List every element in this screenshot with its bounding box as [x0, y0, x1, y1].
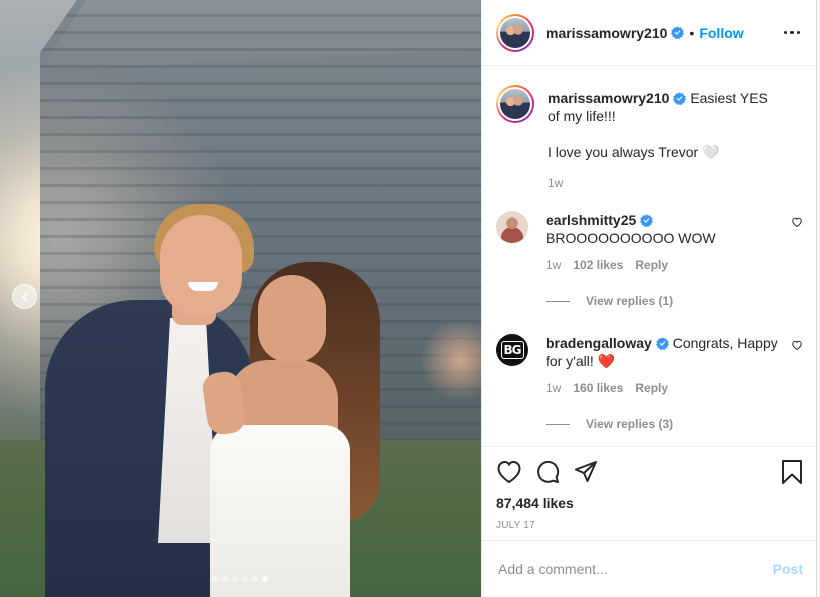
commenter-username[interactable]: earlshmitty25 — [546, 212, 636, 228]
carousel-dot — [232, 576, 238, 582]
carousel-dot — [252, 576, 258, 582]
reply-button[interactable]: Reply — [635, 256, 668, 274]
commenter-username[interactable]: bradengalloway — [546, 335, 652, 351]
woman-dress — [210, 425, 350, 597]
carousel-dot — [212, 576, 218, 582]
man-face — [160, 215, 242, 315]
replies-divider — [546, 423, 570, 425]
caption-username[interactable]: marissamowry210 — [548, 90, 669, 106]
comment-likes[interactable]: 160 likes — [573, 379, 623, 397]
post-panel: marissamowry210 • Follow marissamowry210… — [481, 0, 817, 597]
header-separator: • — [689, 24, 695, 41]
heart-icon — [792, 217, 802, 228]
carousel-indicator — [212, 576, 268, 582]
post-likes-count[interactable]: 87,484 likes — [496, 495, 803, 511]
comment-icon — [537, 460, 560, 483]
comment-input[interactable] — [498, 561, 773, 577]
view-replies-label: View replies (1) — [586, 294, 674, 308]
verified-badge-icon — [671, 26, 685, 39]
comment-age[interactable]: 1w — [546, 256, 561, 274]
comment-likes[interactable]: 102 likes — [573, 256, 623, 274]
view-replies-button[interactable]: View replies (3) — [546, 417, 803, 431]
like-comment-button[interactable] — [791, 215, 803, 231]
save-button[interactable] — [781, 460, 803, 484]
add-comment-bar: Post — [482, 540, 817, 597]
author-username[interactable]: marissamowry210 — [546, 25, 667, 41]
woman-face — [258, 275, 326, 363]
view-replies-button[interactable]: View replies (1) — [546, 294, 803, 308]
heart-icon — [497, 460, 521, 484]
post-actions: 87,484 likes JULY 17 — [482, 446, 817, 531]
bookmark-icon — [782, 460, 802, 484]
follow-button[interactable]: Follow — [699, 25, 743, 41]
chevron-left-icon — [21, 292, 27, 301]
comment-item: earlshmitty25 BROOOOOOOOOO WOW 1w 102 li… — [496, 211, 803, 274]
replies-divider — [546, 300, 570, 302]
man-smile — [188, 282, 218, 291]
comment-item: BG bradengalloway Congrats, Happy for y'… — [496, 334, 803, 397]
view-replies-label: View replies (3) — [586, 417, 674, 431]
verified-badge-icon — [655, 337, 669, 350]
like-comment-button[interactable] — [791, 338, 803, 354]
caption-avatar[interactable] — [496, 85, 534, 123]
caption: marissamowry210 Easiest YES of my life!!… — [496, 85, 803, 192]
more-options-button[interactable] — [782, 27, 803, 39]
comment-text: BROOOOOOOOOO WOW — [546, 230, 716, 246]
comment-button[interactable] — [536, 460, 560, 484]
commenter-avatar[interactable] — [496, 211, 528, 243]
post-header: marissamowry210 • Follow — [482, 0, 816, 66]
share-button[interactable] — [574, 460, 598, 484]
window-edge — [816, 0, 820, 597]
caption-avatar-image — [500, 89, 530, 119]
verified-badge-icon — [673, 92, 687, 105]
author-avatar[interactable] — [496, 13, 534, 52]
commenter-avatar[interactable]: BG — [496, 334, 528, 366]
verified-badge-icon — [640, 214, 654, 227]
carousel-dot — [242, 576, 248, 582]
post-photo[interactable] — [0, 0, 481, 597]
comments-list[interactable]: marissamowry210 Easiest YES of my life!!… — [482, 67, 817, 445]
comment-age[interactable]: 1w — [546, 379, 561, 397]
caption-age[interactable]: 1w — [548, 174, 563, 192]
author-avatar-image — [500, 17, 530, 48]
post-date[interactable]: JULY 17 — [496, 520, 803, 531]
more-icon — [783, 30, 787, 35]
like-button[interactable] — [496, 460, 522, 484]
carousel-dot — [222, 576, 228, 582]
bg-logo-text: BG — [500, 341, 524, 359]
heart-icon — [792, 340, 802, 351]
previous-photo-button[interactable] — [12, 284, 37, 309]
caption-text-line2: I love you always Trevor 🤍 — [548, 144, 720, 160]
reply-button[interactable]: Reply — [635, 379, 668, 397]
carousel-dot — [262, 576, 268, 582]
share-icon — [575, 461, 597, 482]
post-comment-button[interactable]: Post — [773, 561, 803, 577]
